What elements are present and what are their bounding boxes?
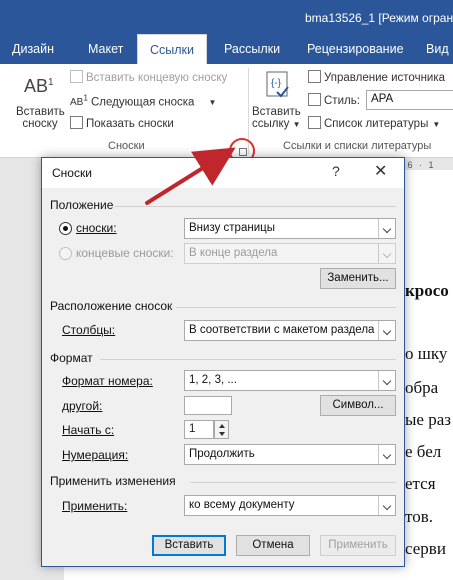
apply-to-label: Применить: <box>62 499 128 513</box>
chevron-down-icon <box>378 445 395 464</box>
tab-view[interactable]: Вид <box>424 34 451 64</box>
dialog-launcher-icon <box>239 148 247 156</box>
chevron-down-icon <box>378 219 395 238</box>
close-icon[interactable]: ✕ <box>374 161 387 181</box>
doc-line: серви <box>405 539 446 558</box>
custom-mark-label: другой: <box>62 399 103 413</box>
tab-layout[interactable]: Макет <box>86 34 125 64</box>
footnotes-dialog: Сноски ? ✕ Положение сноски: Внизу стран… <box>41 157 405 567</box>
doc-line: ые раз <box>405 410 451 429</box>
doc-line: е бел <box>405 442 442 461</box>
divider <box>190 482 396 483</box>
endnotes-radio[interactable] <box>59 247 72 260</box>
custom-mark-input[interactable] <box>184 396 232 415</box>
footnotes-label: сноски: <box>76 221 117 235</box>
dialog-title: Сноски <box>52 166 92 180</box>
style-selector: Стиль: <box>308 93 360 107</box>
layout-section-title: Расположение сносок <box>50 299 173 313</box>
spin-down-icon[interactable] <box>219 432 225 436</box>
doc-line: кросо <box>405 281 449 300</box>
insert-button[interactable]: Вставить <box>152 535 226 556</box>
number-format-label: Формат номера: <box>62 374 153 388</box>
chevron-down-icon: ▼ <box>432 120 441 129</box>
svg-text:{-}: {-} <box>271 78 282 89</box>
chevron-down-icon: ▼ <box>292 120 301 129</box>
numbering-dropdown[interactable]: Продолжить <box>184 444 396 465</box>
insert-citation-button[interactable]: Вставить ссылку ▼ <box>252 106 301 130</box>
footnotes-location-dropdown[interactable]: Внизу страницы <box>184 218 396 239</box>
chevron-down-icon <box>378 371 395 390</box>
apply-section-title: Применить изменения <box>50 474 176 488</box>
window-title: bma13526_1 [Режим огран <box>305 11 453 25</box>
columns-dropdown[interactable]: В соответствии с макетом раздела <box>184 320 396 341</box>
ribbon: AB1 Вставить сноску Вставить концевую сн… <box>0 64 453 158</box>
apply-to-dropdown[interactable]: ко всему документу <box>184 495 396 516</box>
chevron-down-icon <box>378 321 395 340</box>
insert-footnote-icon: AB1 <box>24 76 54 96</box>
endnotes-label: концевые сноски: <box>76 246 174 260</box>
bibliography-icon <box>308 116 321 129</box>
columns-label: Столбцы: <box>62 323 116 337</box>
start-at-spinner[interactable] <box>214 420 229 439</box>
next-footnote-icon: AB1 <box>70 93 88 109</box>
doc-line: обра <box>405 378 439 397</box>
numbering-label: Нумерация: <box>62 448 129 462</box>
insert-endnote-button[interactable]: Вставить концевую сноску <box>70 70 227 84</box>
tab-design[interactable]: Дизайн <box>10 34 56 64</box>
insert-footnote-button[interactable]: Вставить сноску <box>16 106 65 130</box>
chevron-down-icon <box>378 244 395 263</box>
endnotes-location-dropdown[interactable]: В конце раздела <box>184 243 396 264</box>
spin-up-icon[interactable] <box>219 424 225 428</box>
number-format-dropdown[interactable]: 1, 2, 3, ... <box>184 370 396 391</box>
manage-sources-button[interactable]: Управление источника <box>308 70 445 84</box>
tab-review[interactable]: Рецензирование <box>305 34 406 64</box>
style-icon <box>308 93 321 106</box>
help-icon[interactable]: ? <box>332 163 340 179</box>
apply-button[interactable]: Применить <box>320 535 396 556</box>
title-bar: bma13526_1 [Режим огран <box>0 0 453 34</box>
insert-citation-icon: {-} <box>265 70 291 103</box>
doc-line: тов. <box>405 507 433 526</box>
insert-endnote-icon <box>70 70 83 83</box>
divider <box>176 307 396 308</box>
format-section-title: Формат <box>50 351 93 365</box>
chevron-down-icon <box>378 496 395 515</box>
symbol-button[interactable]: Символ... <box>320 395 396 416</box>
bibliography-button[interactable]: Список литературы ▼ <box>308 116 440 130</box>
tab-references[interactable]: Ссылки <box>137 34 208 64</box>
doc-line: ется <box>405 474 436 493</box>
footnotes-group-label: Сноски <box>108 140 145 152</box>
start-at-label: Начать с: <box>62 423 115 437</box>
manage-sources-icon <box>308 70 321 83</box>
start-at-input[interactable]: 1 <box>184 420 214 439</box>
doc-line: о шку <box>405 344 448 363</box>
style-dropdown[interactable]: APA <box>366 90 453 110</box>
cancel-button[interactable]: Отмена <box>236 535 310 556</box>
dialog-title-bar: Сноски ? ✕ <box>42 158 404 188</box>
chevron-down-icon: ▼ <box>208 98 217 108</box>
next-footnote-button[interactable]: AB1 Следующая сноска ▼ <box>70 93 216 108</box>
convert-button[interactable]: Заменить... <box>320 268 396 289</box>
divider <box>114 206 396 207</box>
show-notes-icon <box>70 116 83 129</box>
divider <box>100 359 396 360</box>
footnotes-radio[interactable] <box>59 222 72 235</box>
ribbon-tabs: Дизайн Макет Ссылки Рассылки Рецензирова… <box>0 34 453 64</box>
show-notes-button[interactable]: Показать сноски <box>70 116 174 130</box>
citations-group-label: Ссылки и списки литературы <box>283 140 432 152</box>
tab-mailings[interactable]: Рассылки <box>222 34 282 64</box>
position-section-title: Положение <box>50 198 114 212</box>
